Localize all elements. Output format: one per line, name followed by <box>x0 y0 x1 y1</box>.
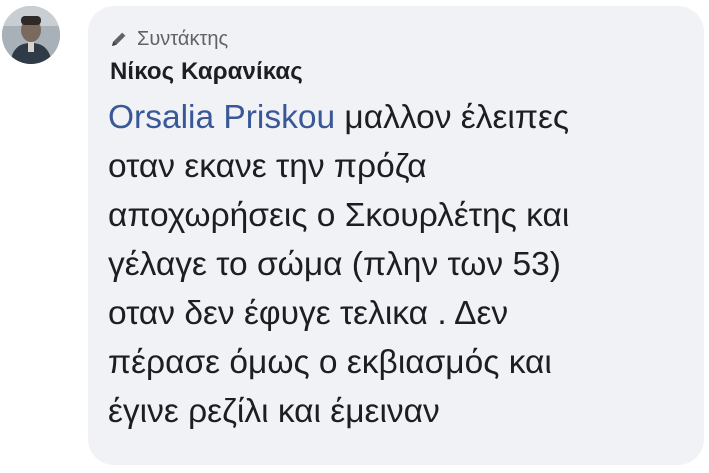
comment-line-5: οταν δεν έφυγε τελικα . Δεν <box>108 295 509 332</box>
comment-line-6: πέρασε όμως ο εκβιασμός και <box>108 344 552 381</box>
comment-line-7: έγινε ρεζίλι και έμειναν <box>108 393 440 430</box>
author-name-link[interactable]: Νίκος Καρανίκας <box>110 58 682 86</box>
comment-line-1-text: μαλλον έλειπες <box>335 99 570 136</box>
author-role-row: Συντάκτης <box>110 26 682 52</box>
comment-body: Orsalia Priskou μαλλον έλειπες οταν εκαν… <box>108 93 682 436</box>
comment-bubble: Συντάκτης Νίκος Καρανίκας Orsalia Prisko… <box>88 6 704 465</box>
profile-photo-icon <box>2 6 60 64</box>
comment-line-4: γέλαγε το σώμα (πλην των 53) <box>108 246 561 283</box>
author-avatar[interactable] <box>2 6 60 64</box>
comment-line-3: αποχωρήσεις ο Σκουρλέτης και <box>108 197 570 234</box>
author-role-label: Συντάκτης <box>137 27 229 50</box>
comment-line-2: οταν εκανε την πρόζα <box>108 148 427 185</box>
comment: Συντάκτης Νίκος Καρανίκας Orsalia Prisko… <box>0 0 709 473</box>
pencil-icon <box>110 30 128 48</box>
comment-line-1: Orsalia Priskou μαλλον έλειπες <box>108 93 682 142</box>
mention-link[interactable]: Orsalia Priskou <box>108 99 335 136</box>
